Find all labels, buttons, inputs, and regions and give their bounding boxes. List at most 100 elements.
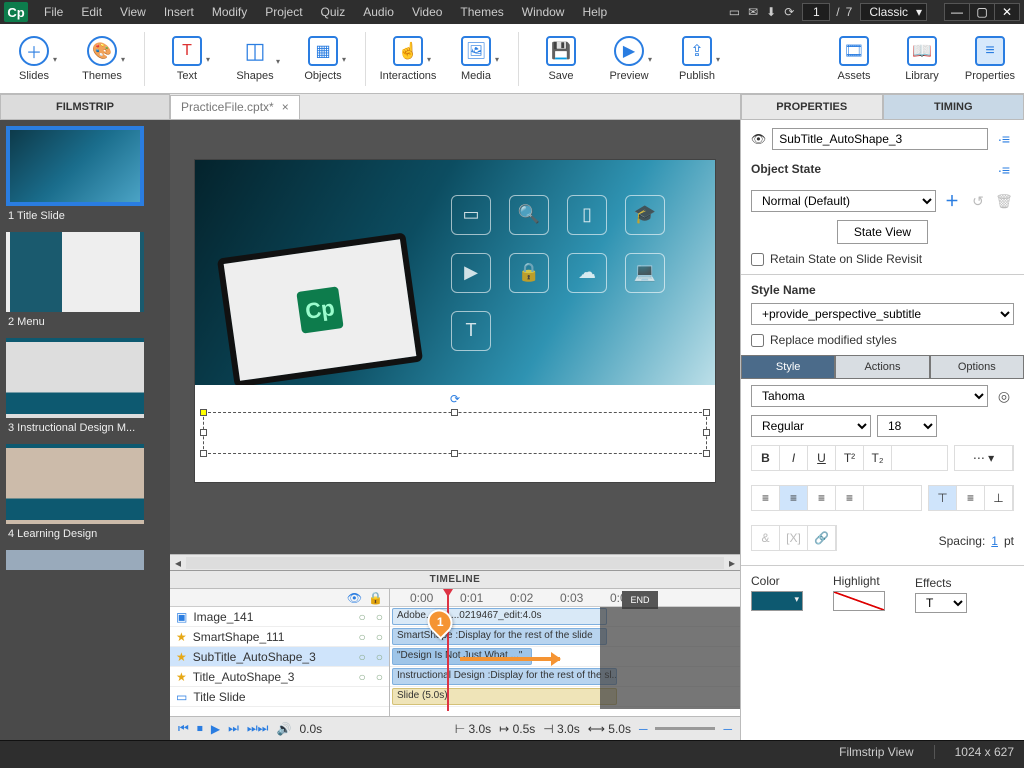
spacing-value[interactable]: 1 [991,534,998,548]
tl-mute-icon[interactable]: 🔊 [276,722,291,736]
effects-select[interactable]: T [915,593,967,613]
tl-play-icon[interactable]: ▶ [211,722,220,736]
retain-state-checkbox[interactable] [751,253,764,266]
menu-video[interactable]: Video [404,2,450,22]
scroll-left-icon[interactable]: ◂ [170,556,186,570]
ribbon-publish[interactable]: ⇪▾Publish [669,36,725,82]
ribbon-save[interactable]: 💾Save [533,36,589,82]
menu-view[interactable]: View [112,2,154,22]
highlight-color-swatch[interactable] [833,591,885,611]
clip-title[interactable]: Instructional Design :Display for the re… [392,668,617,685]
layout-mode-dropdown[interactable]: Classic [860,3,927,21]
slide-canvas[interactable]: Cp ▭ 🔍 ▯ 🎓 ▶ 🔒 ☁ 💻 T ⟳ [195,160,715,482]
font-weight-select[interactable]: Regular [751,415,871,437]
layer-image[interactable]: ▣Image_141○○ [170,607,389,627]
clip-smartshape[interactable]: SmartShape :Display for the rest of the … [392,628,607,645]
sync-icon[interactable]: ⟳ [784,5,794,19]
document-tab[interactable]: PracticeFile.cptx*× [170,95,300,119]
menu-modify[interactable]: Modify [204,2,255,22]
menu-edit[interactable]: Edit [73,2,110,22]
ribbon-preview[interactable]: ▶▾Preview [601,36,657,82]
timeline-tracks[interactable]: 0:00 0:01 0:02 0:03 0:04 END Adobe......… [390,589,740,716]
filmstrip-thumbs[interactable]: 1 Title Slide 2 Menu 3 Instructional Des… [0,120,170,740]
bold-button[interactable]: B [752,446,780,470]
tl-zoom-in-icon[interactable]: ─ [723,722,732,736]
tl-forward-icon[interactable]: ⏭ [228,721,239,736]
window-minimize-icon[interactable]: — [944,3,970,21]
tab-properties[interactable]: PROPERTIES [741,94,883,120]
font-family-select[interactable]: Tahoma [751,385,988,407]
ribbon-shapes[interactable]: ◫▾Shapes [227,36,283,82]
visibility-eye-icon[interactable]: 👁 [751,132,766,146]
align-right-button[interactable]: ≡ [808,486,836,510]
ribbon-assets[interactable]: 🎞Assets [826,36,882,82]
tl-zoom-slider[interactable] [655,727,715,730]
canvas-area[interactable]: Cp ▭ 🔍 ▯ 🎓 ▶ 🔒 ☁ 💻 T ⟳ [170,120,740,554]
state-menu-icon[interactable]: ∙≡ [994,160,1014,180]
ribbon-properties[interactable]: ≡Properties [962,36,1018,82]
ribbon-interactions[interactable]: ☝▾Interactions [380,36,436,82]
clip-slide[interactable]: Slide (5.0s) [392,688,617,705]
insert-symbol-button[interactable]: & [752,526,780,550]
window-maximize-icon[interactable]: ▢ [969,3,995,21]
playhead[interactable] [447,589,449,711]
panel-menu-icon[interactable]: ∙≡ [994,129,1014,149]
subscript-button[interactable]: T₂ [864,446,892,470]
menu-file[interactable]: File [36,2,71,22]
menu-help[interactable]: Help [574,2,615,22]
thumb-1[interactable]: 1 Title Slide [6,126,164,222]
subtab-actions[interactable]: Actions [835,355,929,379]
thumb-2[interactable]: 2 Menu [6,232,164,328]
valign-top-button[interactable]: ⊤ [929,486,957,510]
assets-panel-icon[interactable]: ▭ [729,5,740,19]
delete-state-icon[interactable]: 🗑 [994,191,1014,211]
tl-end-icon[interactable]: ⏭⏭ [247,721,269,736]
add-state-icon[interactable]: ＋ [942,191,962,211]
state-view-button[interactable]: State View [837,220,928,244]
menu-project[interactable]: Project [257,2,310,22]
reset-state-icon[interactable]: ↺ [968,191,988,211]
typekit-icon[interactable]: ◎ [994,386,1014,406]
state-select[interactable]: Normal (Default) [751,190,936,212]
insert-link-button[interactable]: 🔗 [808,526,836,550]
tl-zoom-out-icon[interactable]: ─ [639,722,648,736]
layer-title[interactable]: ★Title_AutoShape_3○○ [170,667,389,687]
underline-button[interactable]: U [808,446,836,470]
ribbon-themes[interactable]: 🎨▾Themes [74,36,130,82]
menu-themes[interactable]: Themes [452,2,511,22]
menu-window[interactable]: Window [514,2,573,22]
ribbon-library[interactable]: 📖Library [894,36,950,82]
subtab-options[interactable]: Options [930,355,1024,379]
tl-stop-icon[interactable]: ⏹ [197,721,203,736]
layer-smartshape[interactable]: ★SmartShape_111○○ [170,627,389,647]
font-size-select[interactable]: 18 [877,415,937,437]
download-icon[interactable]: ⬇ [766,5,776,19]
text-color-swatch[interactable] [751,591,803,611]
thumb-3[interactable]: 3 Instructional Design M... [6,338,164,434]
menu-insert[interactable]: Insert [156,2,202,22]
valign-bottom-button[interactable]: ⊥ [985,486,1013,510]
close-tab-icon[interactable]: × [282,100,289,114]
tab-timing[interactable]: TIMING [883,94,1024,120]
menu-audio[interactable]: Audio [355,2,402,22]
menu-quiz[interactable]: Quiz [313,2,354,22]
eye-icon[interactable]: 👁 [347,591,362,605]
bullets-dropdown[interactable]: ⋯ ▾ [955,446,1013,470]
align-justify-button[interactable]: ≡ [836,486,864,510]
thumb-5[interactable] [6,550,164,570]
replace-styles-checkbox[interactable] [751,334,764,347]
align-left-button[interactable]: ≡ [752,486,780,510]
mail-icon[interactable]: ✉ [748,5,758,19]
layer-slide[interactable]: ▭Title Slide [170,687,389,707]
canvas-hscrollbar[interactable]: ◂▸ [170,554,740,570]
thumb-4[interactable]: 4 Learning Design [6,444,164,540]
layer-subtitle[interactable]: ★SubTitle_AutoShape_3○○ [170,647,389,667]
window-close-icon[interactable]: ✕ [994,3,1020,21]
ribbon-objects[interactable]: ▦▾Objects [295,36,351,82]
tl-rewind-icon[interactable]: ⏮ [178,721,189,736]
insert-var-button[interactable]: [X] [780,526,808,550]
scroll-right-icon[interactable]: ▸ [724,556,740,570]
ribbon-slides[interactable]: ＋▾Slides [6,36,62,82]
align-center-button[interactable]: ≡ [780,486,808,510]
italic-button[interactable]: I [780,446,808,470]
